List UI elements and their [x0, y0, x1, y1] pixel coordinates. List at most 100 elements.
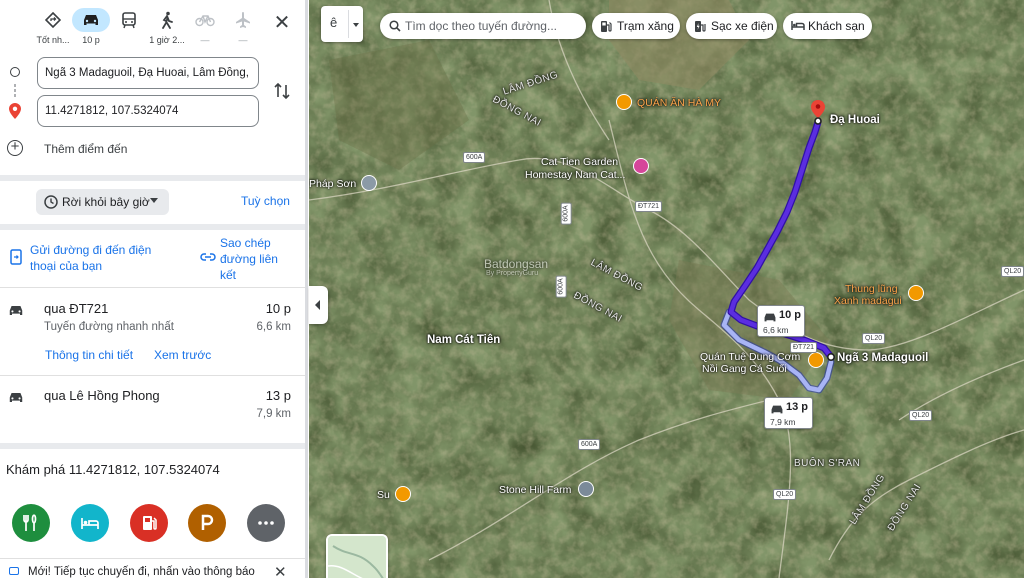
chevron-left-icon — [315, 300, 320, 310]
parking-icon — [201, 514, 214, 530]
collapse-panel-button[interactable] — [309, 286, 328, 324]
route-details-link[interactable]: Thông tin chi tiết — [45, 348, 133, 362]
route-time: 13 p — [265, 388, 291, 403]
route-search-input[interactable]: Tìm dọc theo tuyến đường... — [380, 13, 586, 39]
restaurant-icon — [23, 514, 37, 531]
route-description: Tuyến đường nhanh nhất — [44, 321, 174, 333]
poi-label: Quán Tuệ Dung Cơm — [700, 351, 801, 363]
gas-stations-button[interactable] — [130, 504, 168, 542]
send-to-phone-icon — [10, 249, 22, 265]
road-shield: 600A — [555, 275, 567, 298]
walk-icon — [148, 8, 186, 32]
add-destination-label: Thêm điểm đến — [44, 142, 128, 156]
car-icon — [9, 306, 23, 315]
more-categories-button[interactable] — [247, 504, 285, 542]
clock-icon — [44, 195, 58, 209]
ev-charging-icon — [695, 21, 706, 32]
road-shield: ĐT721 — [790, 342, 818, 353]
flight-icon — [224, 8, 262, 32]
road-shield: QL20 — [773, 489, 797, 500]
origin-label: Ngã 3 Madaguoil — [837, 352, 929, 364]
send-to-phone-label: Gửi đường đi đến điện thoại của bạn — [30, 243, 152, 273]
route-preview-link[interactable]: Xem trước — [154, 348, 211, 362]
restaurant-poi-icon[interactable] — [808, 352, 824, 368]
layer-label: ê — [330, 15, 338, 30]
chip-label: Sạc xe điện — [711, 19, 774, 33]
layer-selector[interactable]: ê — [321, 6, 363, 42]
parking-button[interactable] — [188, 504, 226, 542]
map-thumbnail-icon — [328, 536, 386, 578]
car-icon — [764, 313, 776, 322]
chevron-down-icon — [150, 198, 158, 203]
road-shield: 600A — [560, 202, 572, 225]
destination-input[interactable] — [37, 95, 259, 127]
transit-icon — [110, 8, 148, 32]
watermark-sub: By PropertyGuru — [486, 270, 539, 277]
mode-flight-label: — — [238, 35, 248, 45]
road-shield: ĐT721 — [635, 201, 663, 212]
origin-input[interactable] — [37, 57, 259, 89]
depart-time-dropdown[interactable]: Rời khỏi bây giờ — [36, 189, 169, 215]
satellite-map[interactable]: LÂM ĐỒNG ĐỒNG NAI QUÁN ĂN HÀ MY Đạ Huoai… — [309, 0, 1024, 578]
route-name: qua ĐT721 — [44, 301, 109, 316]
layer-thumbnail[interactable] — [326, 534, 388, 578]
gas-station-icon — [601, 21, 612, 32]
search-icon — [389, 20, 401, 32]
attraction-poi-icon[interactable] — [908, 285, 924, 301]
add-destination-button[interactable]: + Thêm điểm đến — [6, 138, 206, 160]
place-label: Stone Hill Farm — [499, 484, 572, 496]
route-option-1[interactable]: qua ĐT721 10 p Tuyến đường nhanh nhất 6,… — [0, 288, 305, 374]
add-circle-icon: + — [7, 139, 23, 156]
place-poi-icon[interactable] — [578, 481, 594, 497]
place-label: Nam Cát Tiên — [427, 334, 501, 346]
bubble-time: 10 p — [779, 309, 802, 321]
close-notification-icon[interactable]: ✕ — [274, 563, 287, 578]
section-divider — [0, 443, 308, 449]
restaurants-button[interactable] — [12, 504, 50, 542]
car-icon — [9, 393, 23, 402]
place-poi-icon[interactable] — [361, 175, 377, 191]
hotel-poi-icon[interactable] — [633, 158, 649, 174]
link-icon — [200, 253, 216, 261]
depart-label: Rời khỏi bây giờ — [62, 195, 150, 209]
copy-link-label: Sao chép đường liên kết — [220, 236, 278, 282]
chip-gas-station[interactable]: Trạm xăng — [592, 13, 680, 39]
route-bubble-alt[interactable]: 13 p 7,9 km — [764, 397, 813, 429]
send-to-phone-button[interactable]: Gửi đường đi đến điện thoại của bạn — [8, 240, 188, 276]
route-time: 10 p — [265, 301, 291, 316]
notification-banner: Mới! Tiếp tục chuyến đi, nhấn vào thông … — [0, 558, 305, 578]
hotel-icon — [791, 21, 805, 30]
bubble-time: 13 p — [786, 401, 809, 413]
travel-mode-bar: Tốt nh... 10 p 1 giờ 2... — — ✕ — [0, 0, 308, 52]
route-bubble-fast[interactable]: 10 p 6,6 km — [757, 305, 805, 337]
close-directions-icon[interactable]: ✕ — [270, 12, 294, 36]
options-link[interactable]: Tuỳ chọn — [241, 194, 290, 208]
notification-icon — [9, 567, 19, 575]
chevron-down-icon — [353, 23, 359, 27]
hotel-icon — [81, 518, 99, 529]
mode-flight[interactable]: — — [221, 6, 265, 50]
restaurant-poi-icon[interactable] — [395, 486, 411, 502]
section-divider — [0, 175, 308, 181]
hotels-button[interactable] — [71, 504, 109, 542]
chip-hotels[interactable]: Khách sạn — [783, 13, 872, 39]
route-option-2[interactable]: qua Lê Hồng Phong 13 p 7,9 km — [0, 376, 305, 442]
route-distance: 7,9 km — [256, 408, 291, 420]
chip-label: Khách sạn — [808, 19, 865, 33]
road-shield: QL20 — [909, 410, 933, 421]
poi-label: Homestay Nam Cat... — [525, 169, 626, 181]
bicycle-icon — [186, 8, 224, 32]
poi-label: Cat Tien Garden — [541, 156, 619, 168]
layer-separator — [348, 10, 349, 38]
bubble-distance: 6,6 km — [763, 325, 789, 335]
chip-label: Trạm xăng — [617, 19, 674, 33]
more-icon — [258, 521, 274, 525]
copy-link-button[interactable]: Sao chép đường liên kết — [200, 235, 300, 283]
chip-ev-charging[interactable]: Sạc xe điện — [686, 13, 777, 39]
place-label: Đạ Huoai — [830, 114, 880, 126]
search-placeholder: Tìm dọc theo tuyến đường... — [405, 19, 557, 33]
swap-icon[interactable] — [271, 80, 293, 102]
restaurant-poi-icon[interactable] — [616, 94, 632, 110]
panel-scrollbar[interactable] — [305, 0, 308, 578]
place-label: Pháp Sơn — [309, 178, 357, 190]
